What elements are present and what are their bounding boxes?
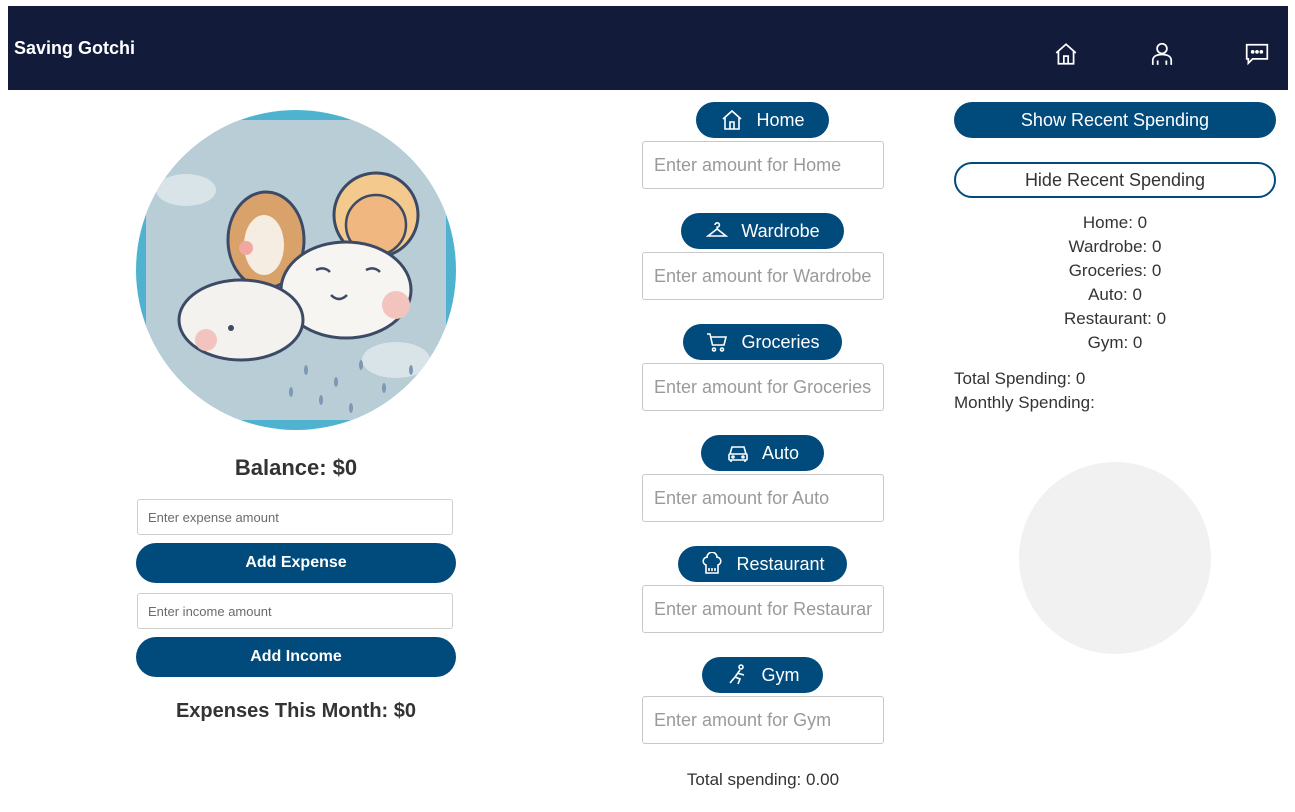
chef-hat-icon bbox=[702, 552, 723, 574]
category-wardrobe-label: Wardrobe bbox=[681, 213, 844, 249]
show-recent-spending-button[interactable]: Show Recent Spending bbox=[954, 102, 1276, 138]
nav-chat-icon[interactable] bbox=[1244, 40, 1270, 68]
monthly-spending-label: Monthly Spending: bbox=[954, 393, 1095, 412]
home-amount-input[interactable] bbox=[642, 141, 884, 189]
expenses-this-month: Expenses This Month: $0 bbox=[175, 700, 417, 722]
category-gym-label: Gym bbox=[702, 657, 823, 693]
home-icon bbox=[722, 109, 743, 130]
category-wardrobe-text: Wardrobe bbox=[741, 220, 820, 241]
nav-home-icon[interactable] bbox=[1053, 40, 1079, 68]
category-groceries-text: Groceries bbox=[741, 331, 820, 352]
category-auto-text: Auto bbox=[761, 442, 800, 463]
add-expense-button[interactable]: Add Expense bbox=[136, 543, 456, 583]
category-home-text: Home bbox=[756, 109, 805, 130]
category-auto-label: Auto bbox=[701, 435, 824, 471]
add-income-button[interactable]: Add Income bbox=[136, 637, 456, 677]
balance-text: Balance: $0 bbox=[234, 455, 358, 480]
recent-item-wardrobe: Wardrobe: 0 bbox=[1068, 237, 1162, 256]
expense-amount-input[interactable] bbox=[137, 499, 453, 535]
gotchi-illustration bbox=[146, 120, 446, 420]
car-icon bbox=[728, 446, 748, 462]
recent-spending-list: Home: 0 Wardrobe: 0 Groceries: 0 Auto: 0… bbox=[954, 211, 1276, 355]
income-amount-input[interactable] bbox=[137, 593, 453, 629]
exercise-icon bbox=[728, 664, 744, 685]
auto-amount-input[interactable] bbox=[642, 474, 884, 522]
recent-item-restaurant: Restaurant: 0 bbox=[1063, 309, 1167, 328]
category-home-label: Home bbox=[696, 102, 829, 138]
top-navbar: Saving Gotchi bbox=[8, 6, 1288, 90]
monthly-spending-pie-placeholder bbox=[1019, 462, 1211, 654]
wardrobe-amount-input[interactable] bbox=[642, 252, 884, 300]
hanger-icon bbox=[705, 222, 729, 237]
gym-amount-input[interactable] bbox=[642, 696, 884, 744]
recent-item-gym: Gym: 0 bbox=[1087, 333, 1143, 352]
recent-item-home: Home: 0 bbox=[1082, 213, 1148, 232]
total-spending-middle: Total spending: 0.00 bbox=[686, 770, 840, 789]
total-spending-right: Total Spending: 0 bbox=[954, 369, 1086, 388]
category-restaurant-label: Restaurant bbox=[678, 546, 847, 582]
gotchi-avatar bbox=[136, 110, 456, 430]
recent-item-groceries: Groceries: 0 bbox=[1068, 261, 1162, 280]
restaurant-amount-input[interactable] bbox=[642, 585, 884, 633]
app-title: Saving Gotchi bbox=[14, 38, 136, 58]
category-restaurant-text: Restaurant bbox=[736, 553, 825, 574]
nav-user-icon[interactable] bbox=[1149, 40, 1175, 68]
spending-totals: Total Spending: 0 Monthly Spending: bbox=[954, 367, 1095, 415]
category-gym-text: Gym bbox=[761, 664, 800, 685]
category-groceries-label: Groceries bbox=[683, 324, 842, 360]
cart-icon bbox=[707, 333, 728, 352]
hide-recent-spending-button[interactable]: Hide Recent Spending bbox=[954, 162, 1276, 198]
recent-item-auto: Auto: 0 bbox=[1088, 285, 1142, 304]
groceries-amount-input[interactable] bbox=[642, 363, 884, 411]
